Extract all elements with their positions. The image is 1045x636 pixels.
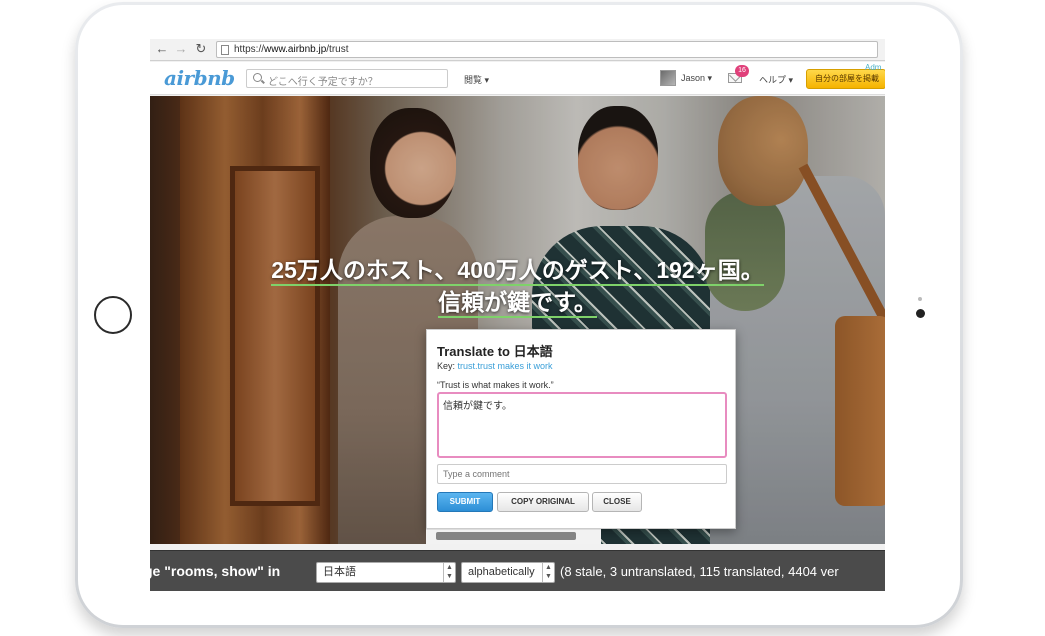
address-bar[interactable]: https://www.airbnb.jp/trust: [216, 41, 878, 58]
page-icon: [221, 45, 229, 55]
message-count-badge: 16: [735, 65, 749, 77]
screen: ← → ↻ https://www.airbnb.jp/trust airbnb…: [150, 39, 885, 591]
obscured-text: [436, 532, 576, 540]
hero-title-line2[interactable]: 信頼が鍵です。: [438, 289, 597, 318]
stage: ← → ↻ https://www.airbnb.jp/trust airbnb…: [0, 0, 1045, 636]
hero-title: 25万人のホスト、400万人のゲスト、192ヶ国。 信頼が鍵です。: [150, 254, 885, 318]
obscured-highlight: [426, 529, 601, 544]
key-label: Key:: [437, 361, 456, 371]
browse-menu[interactable]: 閲覧 ▾: [464, 73, 489, 86]
url-text: https://www.airbnb.jp/trust: [234, 44, 349, 55]
copy-original-button[interactable]: COPY ORIGINAL: [497, 492, 589, 512]
sort-value: alphabetically: [468, 566, 535, 578]
translate-dialog: Translate to 日本語 Key: trust.trust makes …: [426, 329, 736, 529]
arrow-left-icon[interactable]: ←: [154, 41, 170, 57]
chevron-updown-icon: ▲ ▼: [443, 563, 455, 582]
home-button[interactable]: [94, 296, 132, 334]
language-select[interactable]: 日本語 ▲ ▼: [316, 562, 456, 583]
site-header: airbnb どこへ行く予定ですか？ 閲覧 ▾ Jason ▾ 16 ヘルプ ▾…: [150, 62, 885, 95]
dialog-title: Translate to 日本語: [437, 344, 553, 359]
toolbar-prefix: ge "rooms, show" in: [150, 563, 281, 579]
close-button[interactable]: CLOSE: [592, 492, 642, 512]
language-value: 日本語: [323, 566, 356, 578]
submit-button[interactable]: SUBMIT: [437, 492, 493, 512]
sort-select[interactable]: alphabetically ▲ ▼: [461, 562, 555, 583]
browser-toolbar: ← → ↻ https://www.airbnb.jp/trust: [150, 39, 885, 61]
translation-stats: (8 stale, 3 untranslated, 115 translated…: [560, 564, 839, 579]
airbnb-logo[interactable]: airbnb: [164, 66, 235, 90]
user-menu[interactable]: Jason ▾: [681, 73, 712, 84]
sensor-dot: [918, 297, 922, 301]
key-row: Key: trust.trust makes it work: [437, 361, 553, 371]
camera-icon: [916, 309, 925, 318]
list-your-space-button[interactable]: 自分の部屋を掲載: [806, 69, 885, 89]
reload-icon[interactable]: ↻: [193, 41, 209, 57]
key-link[interactable]: trust.trust makes it work: [458, 361, 553, 371]
search-input[interactable]: どこへ行く予定ですか？: [246, 69, 448, 88]
original-text: “Trust is what makes it work.”: [437, 380, 554, 390]
translation-toolbar: ge "rooms, show" in 日本語 ▲ ▼ alphabeticall…: [150, 550, 885, 591]
help-menu[interactable]: ヘルプ ▾: [759, 73, 793, 86]
hero-title-line1[interactable]: 25万人のホスト、400万人のゲスト、192ヶ国。: [271, 257, 764, 286]
chevron-updown-icon: ▲ ▼: [542, 563, 554, 582]
translation-field[interactable]: 信頼が鍵です。: [437, 392, 727, 458]
avatar[interactable]: [660, 70, 676, 86]
search-icon: [253, 73, 262, 82]
search-placeholder: どこへ行く予定ですか？: [268, 77, 378, 88]
admin-link[interactable]: Adm: [865, 63, 881, 72]
arrow-right-icon[interactable]: →: [173, 41, 189, 57]
comment-field[interactable]: [437, 464, 727, 484]
